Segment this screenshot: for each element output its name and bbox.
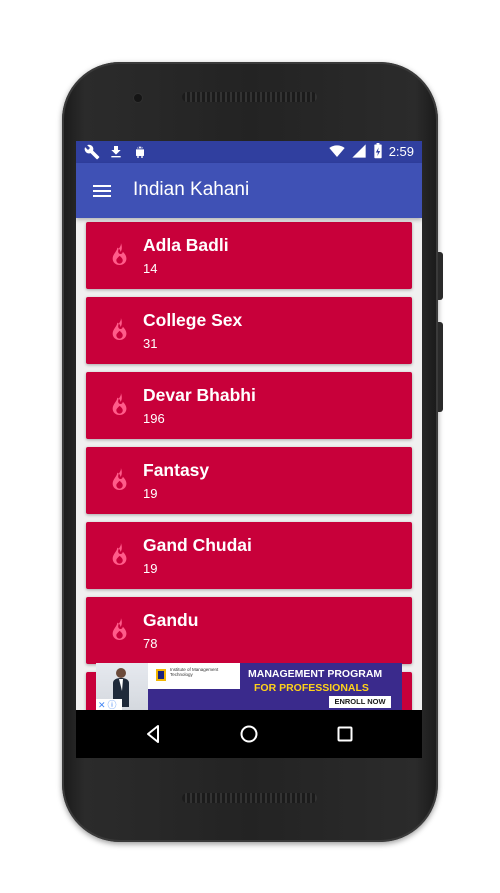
front-camera — [134, 94, 142, 102]
earpiece-speaker — [182, 92, 317, 102]
bottom-speaker — [182, 793, 317, 803]
signal-icon — [352, 144, 366, 158]
download-icon — [111, 146, 121, 158]
flame-icon — [112, 393, 127, 415]
category-title: Devar Bhabhi — [143, 385, 256, 405]
category-title: Gandu — [143, 610, 199, 630]
android-icon — [136, 146, 144, 158]
ad-logo-text: Institute of Management Technology — [170, 667, 219, 677]
category-title: College Sex — [143, 310, 243, 330]
ad-close-icon[interactable]: ✕ — [98, 700, 106, 710]
home-icon[interactable] — [237, 722, 261, 746]
institute-logo-icon — [156, 669, 166, 681]
navigation-bar — [76, 710, 422, 758]
ad-subheadline: FOR PROFESSIONALS — [254, 682, 369, 694]
screen: 2:59 Indian Kahani Adla Badli 14 College… — [76, 141, 422, 758]
list-item[interactable]: Fantasy 19 — [86, 447, 412, 514]
ad-headline: MANAGEMENT PROGRAM — [248, 668, 383, 680]
category-count: 31 — [143, 336, 158, 351]
wrench-icon — [84, 144, 100, 160]
app-title: Indian Kahani — [133, 179, 250, 200]
app-bar: Indian Kahani — [76, 163, 422, 218]
list-item[interactable]: Devar Bhabhi 196 — [86, 372, 412, 439]
ad-info-icon[interactable]: ⓘ — [108, 700, 117, 710]
back-icon[interactable] — [141, 722, 165, 746]
enroll-now-button[interactable]: ENROLL NOW — [329, 696, 391, 708]
status-bar: 2:59 — [76, 141, 422, 163]
category-title: Fantasy — [143, 460, 210, 480]
recents-icon[interactable] — [333, 722, 357, 746]
category-count: 19 — [143, 561, 158, 576]
flame-icon — [112, 243, 127, 265]
flame-icon — [112, 543, 127, 565]
category-title: Adla Badli — [143, 235, 229, 255]
flame-icon — [112, 618, 127, 640]
status-time: 2:59 — [388, 143, 414, 159]
power-button — [438, 252, 443, 300]
list-item[interactable]: Gand Chudai 19 — [86, 522, 412, 589]
list-item[interactable]: Adla Badli 14 — [86, 222, 412, 289]
volume-button — [438, 322, 443, 412]
category-title: Gand Chudai — [143, 535, 252, 555]
category-count: 78 — [143, 636, 158, 651]
ad-banner[interactable]: Institute of Management Technology MANAG… — [96, 663, 402, 711]
flame-icon — [112, 318, 127, 340]
list-item[interactable]: College Sex 31 — [86, 297, 412, 364]
category-count: 19 — [143, 486, 158, 501]
wifi-icon — [329, 145, 345, 157]
list-item[interactable]: Gandu 78 — [86, 597, 412, 664]
battery-charging-icon — [374, 143, 382, 159]
hamburger-menu-icon[interactable] — [90, 179, 114, 203]
ad-logo: Institute of Management Technology — [148, 663, 240, 689]
flame-icon — [112, 468, 127, 490]
category-count: 196 — [143, 411, 165, 426]
category-count: 14 — [143, 261, 158, 276]
